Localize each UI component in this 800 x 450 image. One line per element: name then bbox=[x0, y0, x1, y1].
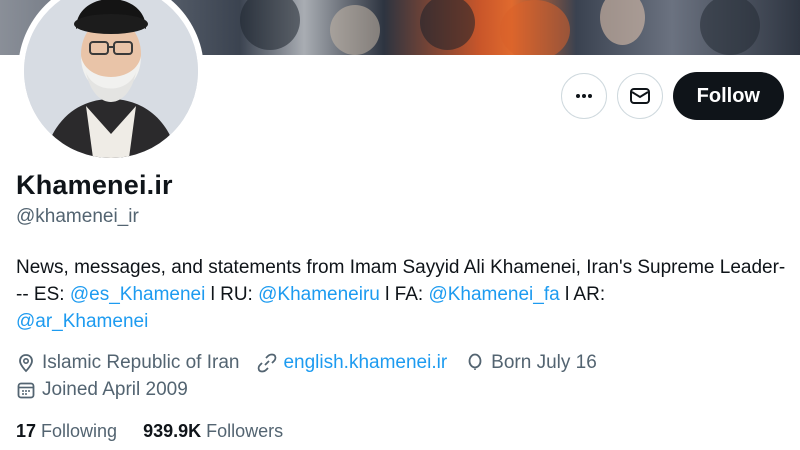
followers-link[interactable]: 939.9K Followers bbox=[143, 421, 283, 442]
following-count: 17 bbox=[16, 421, 37, 441]
profile-stats: 17 Following 939.9K Followers bbox=[16, 421, 283, 442]
profile-handle: @khamenei_ir bbox=[16, 206, 139, 227]
joined-text: Joined April 2009 bbox=[42, 378, 188, 400]
location-pin-icon bbox=[19, 353, 33, 372]
profile-actions: Follow bbox=[560, 72, 784, 120]
follow-button[interactable]: Follow bbox=[672, 72, 784, 120]
location-item: Islamic Republic of Iran bbox=[16, 352, 239, 374]
website-item[interactable]: english.khamenei.ir bbox=[257, 352, 447, 374]
mention-fa-link[interactable]: @Khamenei_fa bbox=[428, 284, 559, 305]
followers-label: Followers bbox=[206, 421, 284, 441]
website-link[interactable]: english.khamenei.ir bbox=[283, 352, 447, 374]
joined-item: Joined April 2009 bbox=[16, 379, 188, 401]
mention-ar-link[interactable]: @ar_Khamenei bbox=[16, 311, 148, 332]
birthday-text: Born July 16 bbox=[491, 351, 597, 373]
birthday-item: Born July 16 bbox=[465, 352, 597, 374]
followers-count: 939.9K bbox=[143, 421, 202, 441]
profile-meta: Islamic Republic of Iran english.khamene… bbox=[16, 349, 615, 403]
balloon-icon bbox=[468, 353, 482, 370]
following-label: Following bbox=[41, 421, 118, 441]
mention-es-link[interactable]: @es_Khamenei bbox=[70, 284, 205, 305]
profile-bio: News, messages, and statements from Imam… bbox=[16, 254, 786, 335]
message-button[interactable] bbox=[616, 73, 663, 119]
calendar-icon bbox=[17, 382, 35, 398]
bio-separator-ar: l AR: bbox=[559, 284, 606, 305]
profile-display-name: Khamenei.ir bbox=[16, 170, 173, 200]
profile-avatar[interactable] bbox=[18, 0, 204, 164]
envelope-icon bbox=[629, 88, 650, 104]
more-options-button[interactable] bbox=[560, 73, 607, 119]
bio-separator-fa: l FA: bbox=[379, 284, 429, 305]
location-text: Islamic Republic of Iran bbox=[42, 351, 240, 373]
mention-ru-link[interactable]: @Khameneiru bbox=[258, 284, 380, 305]
ellipsis-icon bbox=[575, 94, 592, 98]
following-link[interactable]: 17 Following bbox=[16, 421, 117, 442]
bio-separator-ru: l RU: bbox=[205, 284, 259, 305]
link-icon bbox=[258, 353, 277, 372]
avatar-photo bbox=[24, 0, 198, 158]
